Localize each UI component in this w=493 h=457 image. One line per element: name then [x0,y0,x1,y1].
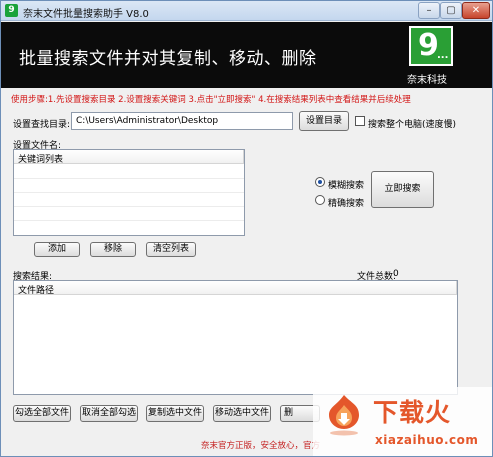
keyword-list[interactable]: 关键词列表 [13,149,245,236]
close-button[interactable]: ✕ [462,2,490,19]
banner-title: 批量搜索文件并对其复制、移动、删除 [19,49,317,69]
app-icon: 9 [5,4,18,17]
copy-selected-button[interactable]: 复制选中文件 [146,405,204,422]
remove-button[interactable]: 移除 [90,242,136,257]
logo-glyph: 9 [418,28,439,63]
results-list[interactable]: 文件路径 [13,280,458,395]
title-bar[interactable]: 9 奈末文件批量搜索助手 V8.0 – ▢ ✕ [1,1,492,21]
list-item [14,193,244,207]
exact-search-radio[interactable] [315,195,325,205]
clear-list-button[interactable]: 清空列表 [146,242,196,257]
search-dir-input[interactable]: C:\Users\Administrator\Desktop [71,112,293,130]
minimize-button[interactable]: – [418,2,440,19]
set-dir-button[interactable]: 设置目录 [299,111,349,131]
search-now-button[interactable]: 立即搜索 [371,171,434,208]
company-name: 奈末科技 [407,75,447,86]
header-banner: 批量搜索文件并对其复制、移动、删除 9 ... 奈末科技 [1,22,492,88]
watermark-title: 下载火 [373,398,452,427]
deselect-all-button[interactable]: 取消全部勾选 [80,405,138,422]
exact-search-label: 精确搜索 [328,199,365,209]
move-selected-button[interactable]: 移动选中文件 [213,405,271,422]
search-all-checkbox[interactable] [355,116,365,126]
footer-notice: 奈末官方正版，安全放心，官方 [201,441,321,451]
maximize-button[interactable]: ▢ [440,2,462,19]
window-title: 奈末文件批量搜索助手 V8.0 [23,9,149,20]
search-dir-label: 设置查找目录: [13,120,71,130]
keyword-column-header[interactable]: 关键词列表 [14,150,244,165]
list-item [14,179,244,193]
app-window: 9 奈末文件批量搜索助手 V8.0 – ▢ ✕ 批量搜索文件并对其复制、移动、删… [0,0,493,457]
search-all-label: 搜索整个电脑(速度慢) [368,120,457,130]
logo-dots: ... [437,50,449,61]
company-logo-icon: 9 ... [409,26,453,66]
usage-steps: 使用步骤:1.先设置搜索目录 2.设置搜索关键词 3.点击"立即搜索" 4.在搜… [11,95,411,105]
file-total-count: 0 [393,269,399,279]
list-item [14,207,244,221]
fuzzy-search-radio[interactable] [315,177,325,187]
file-path-column-header[interactable]: 文件路径 [14,281,457,296]
select-all-button[interactable]: 勾选全部文件 [13,405,71,422]
list-item [14,165,244,179]
add-button[interactable]: 添加 [34,242,80,257]
watermark: 下载火 xiazaihuo.com [313,387,492,456]
download-fire-icon [329,395,359,436]
fuzzy-search-label: 模糊搜索 [328,181,365,191]
watermark-url: xiazaihuo.com [375,433,479,447]
